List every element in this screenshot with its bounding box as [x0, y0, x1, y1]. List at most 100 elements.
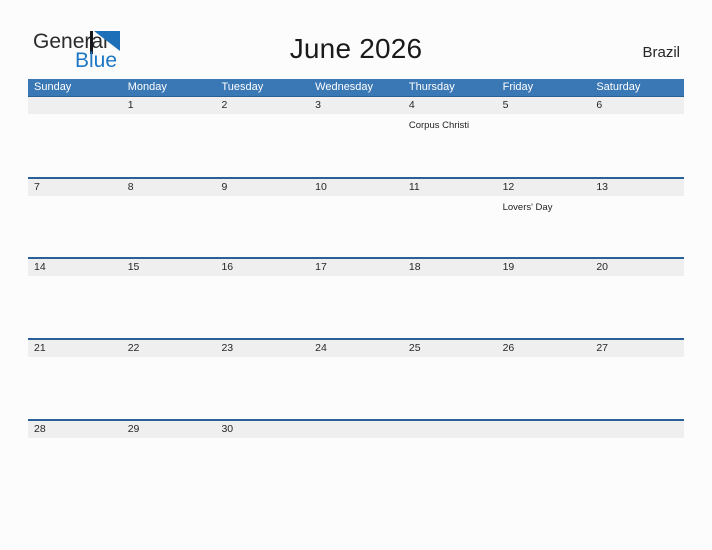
day-events: [590, 438, 684, 500]
day-cell[interactable]: 21: [28, 340, 122, 357]
day-cell[interactable]: 26: [497, 340, 591, 357]
day-number: 11: [408, 180, 420, 193]
day-number: 15: [127, 261, 140, 274]
day-cell[interactable]: 24: [309, 340, 403, 357]
day-number: 2: [221, 99, 228, 111]
week-number-band: 21 22 23 24 25 26 27: [28, 338, 684, 358]
day-number: 7: [34, 180, 40, 193]
day-events: [215, 276, 309, 338]
day-events: [28, 276, 122, 338]
day-events: [590, 196, 684, 258]
day-number: 28: [34, 422, 46, 435]
day-number: 22: [127, 342, 140, 355]
day-number: 12: [502, 180, 515, 193]
day-cell[interactable]: [497, 421, 591, 438]
day-cell[interactable]: 15: [122, 259, 216, 276]
week-row: 14 15 16 17 18 19 20: [28, 257, 684, 338]
day-cell[interactable]: 20: [590, 259, 684, 276]
day-cell[interactable]: 4: [403, 97, 497, 114]
day-cell[interactable]: 11: [403, 179, 497, 196]
day-number: 25: [408, 342, 421, 355]
day-events: [122, 438, 216, 500]
day-cell[interactable]: 16: [215, 259, 309, 276]
week-row: 1 2 3 4 5 6 Corpus Christi: [28, 96, 684, 177]
weekday-header-thursday: Thursday: [408, 81, 455, 93]
day-cell[interactable]: 19: [497, 259, 591, 276]
day-events: [403, 196, 497, 258]
week-row: 7 8 9 10 11 12 13 Lovers' Day: [28, 176, 684, 258]
day-cell[interactable]: 28: [28, 421, 122, 438]
day-cell[interactable]: 5: [497, 97, 591, 114]
day-cell[interactable]: 25: [403, 340, 497, 357]
weekday-header-monday: Monday: [127, 81, 167, 93]
day-number: 1: [127, 99, 134, 111]
day-events: [215, 114, 309, 176]
day-cell[interactable]: 2: [215, 97, 309, 114]
day-cell[interactable]: [590, 421, 684, 438]
day-cell[interactable]: 30: [215, 421, 309, 438]
day-number: 5: [502, 99, 509, 111]
day-number: 10: [315, 180, 327, 193]
week-events-band: [28, 438, 684, 500]
week-number-band: 14 15 16 17 18 19 20: [28, 257, 684, 277]
day-cell[interactable]: 8: [122, 179, 216, 196]
day-events: [403, 438, 497, 500]
day-cell[interactable]: 13: [590, 179, 684, 196]
day-number: 16: [221, 261, 234, 274]
day-cell[interactable]: 10: [309, 179, 403, 196]
day-events: [215, 357, 309, 419]
day-cell[interactable]: 6: [590, 97, 684, 114]
week-row: 28 29 30: [28, 418, 684, 500]
day-cell[interactable]: [403, 421, 497, 438]
calendar-page: General Blue June 2026 Brazil Sunday Mon…: [0, 0, 712, 550]
day-cell[interactable]: 3: [309, 97, 403, 114]
day-number: 19: [502, 261, 515, 274]
day-cell[interactable]: 27: [590, 340, 684, 357]
day-cell[interactable]: [28, 97, 122, 114]
day-cell[interactable]: 7: [28, 179, 122, 196]
day-number: 27: [596, 342, 608, 355]
day-cell[interactable]: 1: [122, 97, 216, 114]
calendar-grid: Sunday Monday Tuesday Wednesday Thursday…: [28, 79, 684, 499]
day-events: Corpus Christi: [403, 114, 497, 176]
week-number-band: 1 2 3 4 5 6: [28, 96, 684, 114]
day-cell[interactable]: 17: [309, 259, 403, 276]
weekday-header-saturday: Saturday: [596, 81, 641, 93]
day-number: 13: [596, 180, 608, 193]
week-row: 21 22 23 24 25 26 27: [28, 338, 684, 419]
day-events: [28, 114, 122, 176]
day-number: 30: [221, 422, 234, 435]
day-cell[interactable]: 12: [497, 179, 591, 196]
day-events: [309, 114, 403, 176]
day-cell[interactable]: 14: [28, 259, 122, 276]
day-events: [590, 357, 684, 419]
day-events: [28, 196, 122, 258]
day-cell[interactable]: 18: [403, 259, 497, 276]
week-events-band: Lovers' Day: [28, 196, 684, 258]
week-events-band: [28, 357, 684, 419]
day-events: [497, 357, 591, 419]
day-number: 20: [596, 261, 608, 274]
day-number: 6: [596, 99, 603, 111]
day-cell[interactable]: 9: [215, 179, 309, 196]
day-number: 14: [34, 261, 46, 274]
day-number: 17: [315, 261, 327, 274]
day-events: [403, 357, 497, 419]
week-number-band: 28 29 30: [28, 418, 684, 438]
day-number: 9: [221, 180, 228, 193]
day-events: [497, 438, 591, 500]
weekday-header-row: Sunday Monday Tuesday Wednesday Thursday…: [28, 79, 684, 96]
day-events: [309, 276, 403, 338]
day-number: 18: [408, 261, 421, 274]
day-number: 21: [34, 342, 46, 355]
day-events: [122, 114, 216, 176]
day-events: [122, 196, 216, 258]
day-events: [497, 114, 591, 176]
day-events: [215, 438, 309, 500]
event-label: Corpus Christi: [408, 120, 470, 131]
day-cell[interactable]: 23: [215, 340, 309, 357]
day-cell[interactable]: 29: [122, 421, 216, 438]
day-cell[interactable]: 22: [122, 340, 216, 357]
day-cell[interactable]: [309, 421, 403, 438]
day-number: 8: [127, 180, 134, 193]
